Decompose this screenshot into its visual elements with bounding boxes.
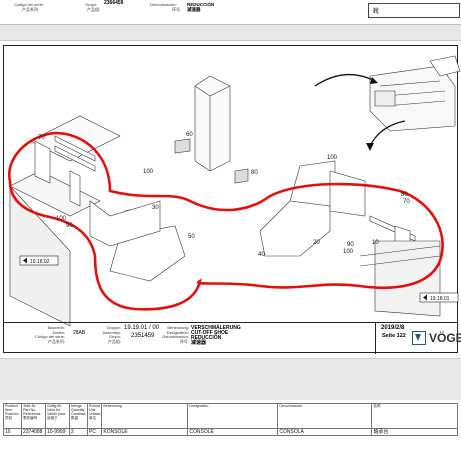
- designation-line-4: 减速器: [191, 340, 207, 346]
- part-number-label: 50: [188, 234, 195, 240]
- part-number-label: 30: [152, 205, 159, 211]
- exploded-view-drawing: 19.18.02 19.18.01 1020304050607070808090…: [7, 55, 461, 326]
- cell-valid-for: 10-9999: [45, 428, 70, 436]
- part-number-label: 100: [327, 155, 338, 161]
- col-quantity: Menge Quantity Cantidad 数量: [69, 403, 88, 429]
- drawing-sheet: 19.18.02 19.18.01 10 20 30 40 50 60 70 70 80 80 90…: [0, 40, 461, 359]
- date: 2019/2/8: [381, 325, 405, 331]
- cell-position: 10: [3, 428, 22, 436]
- col-part-no: Teile-Nr. Part No. Referencia 零件编号: [21, 403, 46, 429]
- cell-part-no: 2374088: [21, 428, 46, 436]
- cell-name-cn: 轴承台: [371, 428, 458, 436]
- parts-table: Position Item Posición 项目 Teile-Nr. Part…: [3, 403, 458, 436]
- right-frame-rail: [374, 240, 441, 317]
- col-designation: Designation: [187, 403, 279, 429]
- designation-label-cn: 序号:: [172, 7, 182, 12]
- part-number-label: 100: [343, 249, 354, 255]
- part-number-label: 100: [143, 169, 154, 175]
- series-value: 28AB: [73, 330, 86, 336]
- ref-label: 19.18.02: [30, 259, 50, 265]
- part-number-label: 10: [372, 240, 379, 246]
- brand-name: VÖGEL: [429, 331, 461, 345]
- ref-label: 19.18.01: [430, 296, 450, 302]
- cell-unit: PC: [86, 428, 103, 436]
- col-unit: Einheit Unit Unidad 单位: [86, 403, 103, 429]
- col-benennung: Benennung: [101, 403, 189, 429]
- part-number-label: 90: [347, 242, 354, 248]
- vertical-column: [194, 75, 231, 172]
- part-number-label: 60: [186, 132, 193, 138]
- part-number-label: 90: [66, 223, 73, 229]
- part-number-label: 100: [56, 216, 67, 222]
- col-valid-for: Gültig für Valid for Válido para 适用于: [45, 403, 70, 429]
- designation-labels: Benennung: Designation: Denominación: 序号…: [162, 325, 189, 344]
- arrow-icon: [314, 73, 376, 87]
- cell-quantity: 2: [69, 428, 88, 436]
- col-denominacion: Denominación: [277, 403, 373, 429]
- top-title-strip: Codigo del serie: 产品系列: Grupo: 产品组: 2366…: [0, 0, 461, 25]
- part-number-label: 70: [403, 199, 410, 205]
- page-number: Seite 122: [382, 333, 406, 339]
- series-labels: Baureihe: Series: Código del serie: 产品系列…: [34, 325, 65, 344]
- col-position: Position Item Posición 项目: [3, 403, 22, 429]
- group-label-cn: 产品组:: [87, 7, 101, 12]
- ref-box-19-18-01: 19.18.01: [419, 292, 459, 303]
- bushing-80: [234, 168, 249, 184]
- bushing-60: [174, 138, 191, 154]
- group-labels: Gruppe: Assembly: Grupo: 产品组:: [102, 325, 121, 344]
- part-number-label: 40: [258, 252, 265, 258]
- serial-label-cn: 产品系列:: [22, 7, 40, 12]
- title-block: Baureihe: Series: Código del serie: 产品系列…: [3, 322, 461, 354]
- cell-benennung: KONSOLE: [101, 428, 189, 436]
- table-row[interactable]: 10 2374088 10-9999 2 PC KONSOLE CONSOLE …: [3, 428, 458, 436]
- cell-denominacion: CONSOLA: [277, 428, 373, 436]
- table-header-row: Position Item Posición 项目 Teile-Nr. Part…: [3, 403, 458, 429]
- parts-list-sheet: Position Item Posición 项目 Teile-Nr. Part…: [0, 400, 461, 449]
- brand-logo-icon: [412, 331, 426, 345]
- group-value: 2366459: [104, 0, 124, 6]
- part-number-label: 70: [38, 135, 45, 141]
- cell-designation: CONSOLE: [187, 428, 279, 436]
- group-value-2: 2351459: [131, 333, 155, 339]
- part-number-label: 80: [251, 170, 258, 176]
- part-number-label: 80: [401, 192, 408, 198]
- col-name-cn: 名称: [371, 403, 458, 429]
- right-shoe: [259, 200, 331, 257]
- part-number-label: 20: [313, 240, 320, 246]
- tab-box[interactable]: 靴: [368, 3, 460, 18]
- ref-box-19-18-02: 19.18.02: [19, 255, 59, 266]
- designation-value-cn: 减速器: [187, 7, 201, 12]
